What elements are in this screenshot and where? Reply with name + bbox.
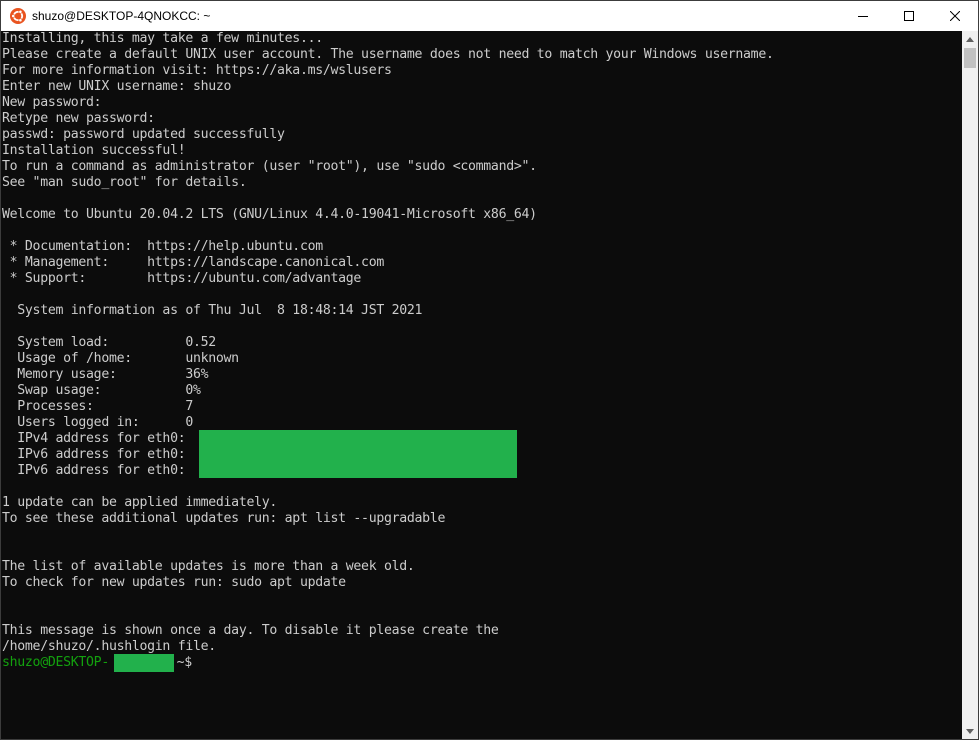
terminal-line: Enter new UNIX username: shuzo (2, 79, 232, 94)
terminal-line: * Management: https://landscape.canonica… (2, 255, 385, 270)
minimize-icon (858, 16, 868, 17)
scroll-down-button[interactable] (962, 723, 978, 739)
terminal-line: See "man sudo_root" for details. (2, 175, 247, 190)
close-icon (950, 11, 960, 21)
terminal-line: Users logged in: 0 (2, 415, 193, 430)
terminal-line: IPv6 address for eth0: (2, 463, 186, 478)
terminal-line: passwd: password updated successfully (2, 127, 285, 142)
maximize-button[interactable] (886, 1, 932, 31)
terminal-line: IPv4 address for eth0: (2, 431, 186, 446)
terminal-line: Swap usage: 0% (2, 383, 201, 398)
prompt-user-host: shuzo@DESKTOP- (2, 655, 109, 670)
terminal-line: Retype new password: (2, 111, 155, 126)
terminal-line: System load: 0.52 (2, 335, 216, 350)
title-bar[interactable]: shuzo@DESKTOP-4QNOKCC: ~ (1, 1, 978, 31)
vertical-scrollbar[interactable] (962, 31, 978, 739)
terminal-line: Memory usage: 36% (2, 367, 209, 382)
chevron-up-icon (966, 37, 974, 42)
terminal-line: Please create a default UNIX user accoun… (2, 47, 774, 62)
terminal-output[interactable]: Installing, this may take a few minutes.… (1, 31, 962, 739)
terminal-line: 1 update can be applied immediately. (2, 495, 278, 510)
terminal-line: For more information visit: https://aka.… (2, 63, 392, 78)
terminal-line: * Support: https://ubuntu.com/advantage (2, 271, 362, 286)
terminal-line: This message is shown once a day. To dis… (2, 623, 499, 638)
ubuntu-icon (10, 8, 26, 24)
terminal-line: To check for new updates run: sudo apt u… (2, 575, 346, 590)
chevron-down-icon (966, 729, 974, 734)
terminal-line: Installation successful! (2, 143, 186, 158)
terminal-line: Processes: 7 (2, 399, 193, 414)
scroll-up-button[interactable] (962, 31, 978, 48)
minimize-button[interactable] (840, 1, 886, 31)
terminal-line: Welcome to Ubuntu 20.04.2 LTS (GNU/Linux… (2, 207, 537, 222)
close-button[interactable] (932, 1, 978, 31)
terminal-line: * Documentation: https://help.ubuntu.com (2, 239, 324, 254)
redacted-hostname (114, 654, 174, 672)
terminal-line: To run a command as administrator (user … (2, 159, 537, 174)
window-title: shuzo@DESKTOP-4QNOKCC: ~ (32, 9, 211, 23)
terminal-line: The list of available updates is more th… (2, 559, 415, 574)
redacted-ip-addresses (199, 430, 517, 478)
terminal-line: Installing, this may take a few minutes.… (2, 31, 323, 46)
terminal-line: IPv6 address for eth0: (2, 447, 186, 462)
terminal-line: Usage of /home: unknown (2, 351, 239, 366)
maximize-icon (904, 11, 914, 21)
terminal-line: System information as of Thu Jul 8 18:48… (2, 303, 423, 318)
terminal-line: To see these additional updates run: apt… (2, 511, 446, 526)
terminal-line: /home/shuzo/.hushlogin file. (2, 639, 216, 654)
terminal-line: New password: (2, 95, 102, 110)
terminal-window: shuzo@DESKTOP-4QNOKCC: ~ Installing, thi… (0, 0, 979, 740)
scrollbar-thumb[interactable] (964, 48, 976, 68)
